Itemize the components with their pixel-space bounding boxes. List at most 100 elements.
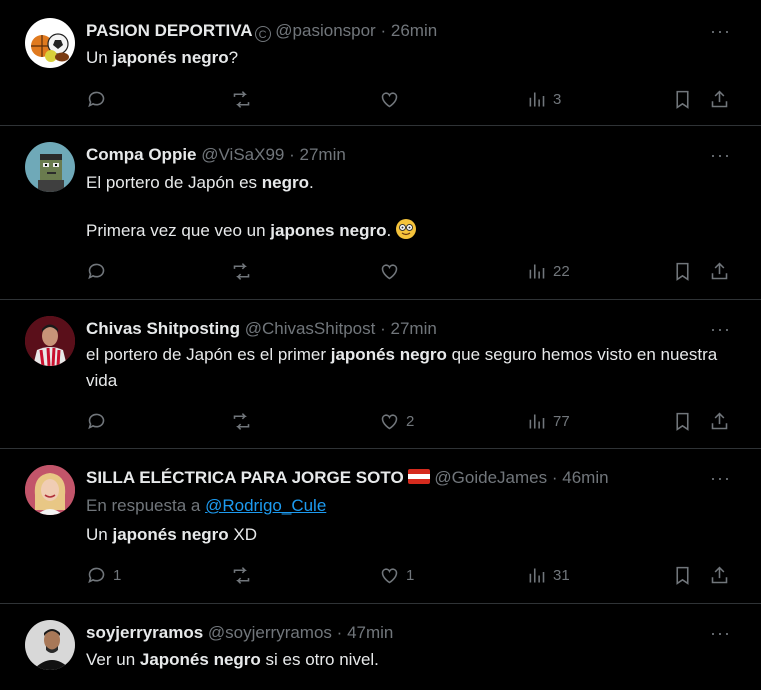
more-icon[interactable]: ··· bbox=[710, 469, 731, 487]
separator: · bbox=[336, 623, 343, 642]
like-button[interactable]: 1 bbox=[379, 563, 414, 587]
tweet-header: Compa Oppie @ViSaX99 · 27min bbox=[86, 144, 346, 166]
views-button[interactable]: 77 bbox=[526, 409, 570, 433]
share-icon bbox=[711, 90, 728, 107]
more-icon[interactable]: ··· bbox=[710, 320, 731, 338]
tweet[interactable]: SILLA ELÉCTRICA PARA JORGE SOTO @GoideJa… bbox=[0, 449, 761, 604]
bookmark-button[interactable] bbox=[672, 87, 693, 111]
highlight-term: japonés negro bbox=[112, 48, 229, 67]
timestamp[interactable]: 46min bbox=[562, 468, 608, 487]
like-icon bbox=[381, 263, 398, 279]
retweet-icon bbox=[233, 90, 250, 108]
separator: · bbox=[380, 319, 386, 338]
avatar[interactable] bbox=[25, 18, 75, 68]
tweet-text: Un japonés negro XD bbox=[86, 525, 257, 544]
display-name[interactable]: Chivas Shitposting bbox=[86, 319, 240, 338]
tweet-header: soyjerryramos @soyjerryramos · 47min bbox=[86, 622, 393, 644]
share-button[interactable] bbox=[709, 409, 730, 433]
retweet-button[interactable] bbox=[231, 563, 258, 587]
handle[interactable]: @ViSaX99 bbox=[201, 145, 284, 164]
highlight-term: Japonés negro bbox=[139, 650, 261, 669]
reply-icon bbox=[88, 413, 105, 429]
retweet-button[interactable] bbox=[231, 409, 258, 433]
avatar[interactable] bbox=[25, 142, 75, 192]
views-button[interactable]: 3 bbox=[526, 87, 561, 111]
highlight-term: negro bbox=[261, 173, 310, 192]
timeline-feed: PASION DEPORTIVA C @pasionspor · 26min ··… bbox=[0, 0, 761, 690]
display-name[interactable]: PASION DEPORTIVA bbox=[86, 21, 253, 40]
more-icon[interactable]: ··· bbox=[710, 624, 731, 642]
reply-button[interactable] bbox=[86, 87, 113, 111]
like-button[interactable]: 2 bbox=[379, 409, 414, 433]
bookmark-icon bbox=[676, 262, 689, 281]
bookmark-button[interactable] bbox=[672, 259, 693, 283]
share-button[interactable] bbox=[709, 563, 730, 587]
retweet-icon bbox=[233, 262, 250, 280]
reply-to-link[interactable]: @Rodrigo_Cule bbox=[205, 496, 326, 515]
tweet-text: Un japonés negro? bbox=[86, 48, 239, 67]
tweet[interactable]: Compa Oppie @ViSaX99 · 27min ··· El port… bbox=[0, 126, 761, 300]
tweet-actions: 2 77 bbox=[86, 409, 731, 433]
highlight-term: japones negro bbox=[270, 221, 387, 240]
like-icon bbox=[381, 91, 398, 107]
like-button[interactable] bbox=[379, 87, 406, 111]
reply-button[interactable] bbox=[86, 259, 113, 283]
tweet-header: Chivas Shitposting @ChivasShitpost · 27m… bbox=[86, 318, 437, 340]
share-icon bbox=[711, 566, 728, 583]
avatar[interactable] bbox=[25, 316, 75, 366]
display-name[interactable]: soyjerryramos bbox=[86, 623, 203, 642]
reply-context: En respuesta a @Rodrigo_Cule bbox=[86, 496, 327, 515]
avatar[interactable] bbox=[25, 620, 75, 670]
flag-icon bbox=[407, 469, 430, 484]
tweet[interactable]: soyjerryramos @soyjerryramos · 47min ···… bbox=[0, 604, 761, 690]
tweet-header: PASION DEPORTIVA C @pasionspor · 26min bbox=[86, 20, 437, 42]
tweet[interactable]: PASION DEPORTIVA C @pasionspor · 26min ··… bbox=[0, 0, 761, 126]
reply-button[interactable]: 1 bbox=[86, 563, 121, 587]
share-button[interactable] bbox=[709, 259, 730, 283]
bookmark-icon bbox=[676, 412, 689, 431]
highlight-term: japonés negro bbox=[330, 345, 447, 364]
bookmark-button[interactable] bbox=[672, 409, 693, 433]
timestamp[interactable]: 27min bbox=[391, 319, 437, 338]
nerd-face-emoji-icon bbox=[395, 219, 416, 239]
views-icon bbox=[529, 92, 545, 106]
timestamp[interactable]: 47min bbox=[347, 623, 393, 642]
timestamp[interactable]: 26min bbox=[391, 21, 437, 40]
views-icon bbox=[529, 264, 545, 278]
bookmark-icon bbox=[676, 566, 689, 585]
copyright-badge-icon: C bbox=[254, 26, 271, 42]
reply-button[interactable] bbox=[86, 409, 113, 433]
views-button[interactable]: 22 bbox=[526, 259, 570, 283]
retweet-button[interactable] bbox=[231, 87, 258, 111]
reply-icon bbox=[88, 567, 105, 583]
more-icon[interactable]: ··· bbox=[710, 22, 731, 40]
share-button[interactable] bbox=[709, 87, 730, 111]
tweet-header: SILLA ELÉCTRICA PARA JORGE SOTO @GoideJa… bbox=[86, 467, 609, 489]
avatar[interactable] bbox=[25, 465, 75, 515]
bookmark-button[interactable] bbox=[672, 563, 693, 587]
separator: · bbox=[289, 145, 295, 164]
tweet-text: el portero de Japón es el primer japonés… bbox=[86, 345, 718, 390]
retweet-button[interactable] bbox=[231, 259, 258, 283]
display-name[interactable]: Compa Oppie bbox=[86, 145, 197, 164]
retweet-icon bbox=[233, 412, 250, 430]
display-name[interactable]: SILLA ELÉCTRICA PARA JORGE SOTO bbox=[86, 468, 404, 487]
tweet[interactable]: Chivas Shitposting @ChivasShitpost · 27m… bbox=[0, 300, 761, 449]
like-icon bbox=[381, 413, 398, 429]
handle[interactable]: @GoideJames bbox=[434, 468, 547, 487]
handle[interactable]: @ChivasShitpost bbox=[245, 319, 376, 338]
share-icon bbox=[711, 262, 728, 279]
tweet-text: Ver un Japonés negro si es otro nivel. bbox=[86, 650, 379, 669]
more-icon[interactable]: ··· bbox=[710, 146, 731, 164]
timestamp[interactable]: 27min bbox=[300, 145, 346, 164]
like-button[interactable] bbox=[379, 259, 406, 283]
share-icon bbox=[711, 412, 728, 429]
handle[interactable]: @pasionspor bbox=[275, 21, 375, 40]
tweet-text: Primera vez que veo un japones negro. bbox=[86, 218, 731, 244]
views-button[interactable]: 31 bbox=[526, 563, 570, 587]
bookmark-icon bbox=[676, 90, 689, 109]
like-icon bbox=[381, 567, 398, 583]
tweet-actions: 22 bbox=[86, 259, 731, 283]
handle[interactable]: @soyjerryramos bbox=[208, 623, 332, 642]
tweet-actions: 1 1 31 bbox=[86, 563, 731, 587]
